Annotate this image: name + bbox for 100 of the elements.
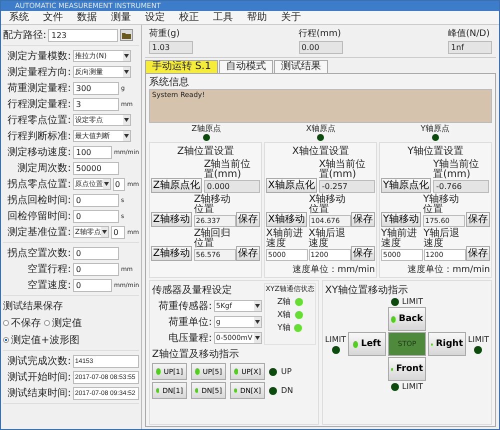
move-button[interactable]: Y轴移动 [381,212,422,227]
tab[interactable]: 手动运转 S.1 [145,60,218,73]
input-field[interactable]: 100 [73,146,112,158]
field-label: 行程零点位置: [6,114,71,127]
home-button[interactable]: X轴原点化 [266,178,317,193]
field-label: 荷重传感器: [158,300,212,313]
tab[interactable]: 自动模式 [219,60,274,73]
field-label: 电压量程: [168,332,212,345]
input-field[interactable]: 0 [73,262,119,276]
input-field[interactable]: 3 [73,98,119,110]
menu-item[interactable]: 测量 [111,12,131,24]
led-label: LIMIT [402,382,423,391]
field-label: 荷重测定量程: [6,82,71,95]
field-label: 测定周次数: [16,162,71,175]
field-label: Z轴当前位置(mm) [204,160,252,180]
dot-icon [391,366,394,372]
unit-note: 速度单位：mm/min [292,264,375,276]
save-button[interactable]: 保存 [466,246,490,261]
field-label: 拐点回检时间: [6,194,71,207]
move-button[interactable]: X轴移动 [266,212,307,227]
field-label: 测定量程方向: [6,66,71,79]
input-field[interactable]: 50000 [73,162,119,174]
direction-button[interactable]: Left [348,332,386,356]
input-field[interactable]: 300 [73,82,119,94]
input-field[interactable]: 0 [73,278,112,292]
field-label: Y轴后退速度 [424,229,461,249]
field-label: 空置行程: [26,262,71,276]
tab[interactable]: 测试结果 [274,60,328,73]
position-field: -0.257 [318,180,375,193]
dropdown-arrow-icon [254,301,261,311]
menu-item[interactable]: 文件 [43,12,63,24]
menu-item[interactable]: 系统 [9,12,29,24]
menu-item[interactable]: 数据 [77,12,97,24]
field-label: 回检停留时间: [6,210,71,223]
led-label: LIMIT [402,297,423,306]
save-button[interactable]: 保存 [236,212,260,227]
readout-value: 1nf [448,41,492,54]
menu-item[interactable]: 关于 [281,12,301,24]
dot-icon [391,316,396,322]
folder-button[interactable] [120,29,134,41]
field-label: 测试结束时间: [6,386,71,400]
save-button[interactable]: 保存 [466,212,490,227]
radio-option[interactable]: 测定值+波形图 [3,333,80,347]
panel-title: Y轴位置设置 [407,144,464,158]
led-label: LIMIT [468,334,489,344]
dot-icon [156,368,161,375]
spin-field[interactable]: 0 [111,226,126,238]
menu-item[interactable]: 工具 [213,12,233,24]
field-label: Y轴前进速度 [381,229,418,249]
dot-icon [352,340,358,348]
position-field: -0.766 [433,180,490,193]
led-label: Z轴 [277,296,291,307]
led-label: X轴 [277,309,291,320]
radio-button[interactable] [3,337,9,343]
field-label: 荷重单位: [168,316,212,329]
menu-item[interactable]: 设定 [145,12,165,24]
led-label: Z轴原点 [192,123,221,134]
dropdown-arrow-icon [123,131,130,141]
dot-icon [156,387,160,394]
path-field[interactable]: 123 [48,28,118,42]
dropdown-arrow-icon [123,51,130,61]
field-label: 行程判断标准: [6,130,71,143]
input-field[interactable]: 0 [73,194,119,206]
input-field[interactable]: 0 [73,246,119,260]
move-button[interactable]: Z轴移动 [151,212,192,227]
direction-button[interactable]: Right [428,332,466,356]
unit-note: 速度单位：mm/min [407,264,490,276]
led-label: Y轴原点 [420,123,450,134]
dot-icon [234,368,238,375]
dropdown-arrow-icon [254,317,261,327]
home-button[interactable]: Y轴原点化 [381,178,432,193]
panel-title: X轴位置设置 [292,144,349,158]
save-button[interactable]: 保存 [351,246,375,261]
radio-option[interactable]: 不保存 [3,316,41,330]
spin-field[interactable]: 0 [113,178,126,190]
dropdown-arrow-icon [123,67,130,77]
input-field[interactable]: 0 [73,210,119,222]
radio-option[interactable]: 测定值 [44,316,82,330]
position-field: 0.000 [204,180,260,193]
move-button[interactable]: Z轴移动 [151,246,192,261]
radio-button[interactable] [3,320,9,326]
save-button[interactable]: 保存 [236,246,260,261]
save-button[interactable]: 保存 [351,212,375,227]
group-label: 系统信息 [149,76,190,89]
dot-icon [234,387,238,394]
folder-icon [122,32,132,38]
radio-button[interactable] [44,320,50,326]
led-label: LIMIT [325,334,346,344]
dropdown-arrow-icon [101,227,108,237]
menu-item[interactable]: 校正 [179,12,199,24]
led-label: X轴原点 [306,123,336,134]
field-label: Z轴回归位置 [194,229,232,249]
field-label: 测定基准位置: [6,226,71,239]
direction-button[interactable]: Front [388,357,426,381]
dot-icon [195,387,198,394]
direction-button[interactable]: Back [388,307,426,331]
home-button[interactable]: Z轴原点化 [151,178,202,193]
dropdown-arrow-icon [103,179,110,189]
menu-item[interactable]: 帮助 [247,12,267,24]
group-label: Z轴位置及移动指示 [152,348,240,361]
